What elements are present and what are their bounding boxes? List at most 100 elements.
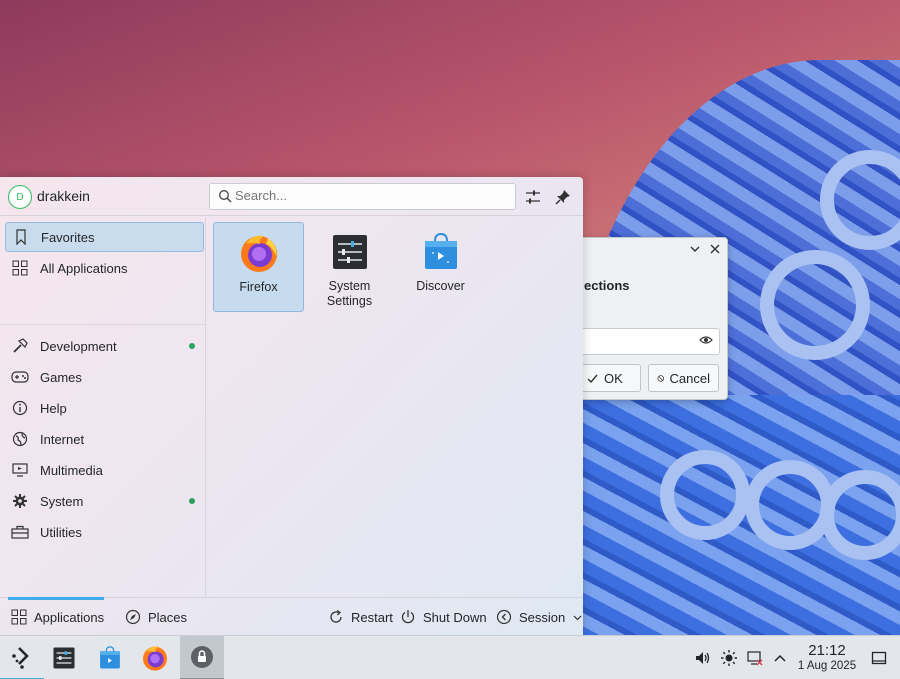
brightness-icon[interactable] xyxy=(719,648,739,668)
application-launcher: D drakkein Favorites All Applications De… xyxy=(0,177,583,635)
category-all-applications[interactable]: All Applications xyxy=(5,253,204,283)
session-label: Session xyxy=(519,609,566,625)
restart-label: Restart xyxy=(351,609,393,625)
pin-icon[interactable] xyxy=(553,187,573,207)
globe-icon xyxy=(11,430,29,448)
new-badge xyxy=(189,343,195,349)
gear-icon xyxy=(11,492,29,510)
category-label: Utilities xyxy=(40,524,82,540)
category-label: Games xyxy=(40,369,82,385)
tab-label: Applications xyxy=(34,609,105,625)
close-icon[interactable] xyxy=(708,242,722,259)
toolbox-icon xyxy=(11,523,29,541)
category-internet[interactable]: Internet xyxy=(5,424,204,454)
cancel-button[interactable]: Cancel xyxy=(648,364,719,392)
category-games[interactable]: Games xyxy=(5,362,204,392)
eye-icon[interactable] xyxy=(699,334,713,349)
wallpaper-spiral xyxy=(820,470,900,560)
app-system-settings[interactable]: System Settings xyxy=(304,222,395,312)
taskbar-firefox[interactable] xyxy=(133,636,177,679)
shutdown-button[interactable]: Shut Down xyxy=(400,598,487,636)
search-box[interactable] xyxy=(209,183,516,210)
discover-icon xyxy=(424,232,457,269)
settings-icon xyxy=(332,235,367,269)
dialog-title: ections xyxy=(584,278,630,293)
avatar-initial: D xyxy=(16,191,24,203)
category-label: Internet xyxy=(40,431,85,447)
configure-icon[interactable] xyxy=(523,187,543,207)
chevron-down-icon[interactable] xyxy=(688,242,702,259)
digital-clock[interactable]: 21:12 1 Aug 2025 xyxy=(795,642,859,673)
category-label: Favorites xyxy=(41,229,95,245)
tab-places[interactable]: Places xyxy=(125,598,187,636)
app-grid: Firefox System Settings Discover xyxy=(207,217,583,597)
clock-time: 21:12 xyxy=(808,642,846,659)
background-dialog: ections OK Cancel xyxy=(560,237,728,400)
launcher-button[interactable] xyxy=(0,636,44,679)
gamepad-icon xyxy=(11,368,29,386)
ok-label: OK xyxy=(604,370,623,386)
chevron-up-icon[interactable] xyxy=(770,648,790,668)
firefox-icon xyxy=(240,235,277,272)
cancel-icon xyxy=(657,374,665,382)
app-label: System Settings xyxy=(326,279,373,308)
app-label: Firefox xyxy=(239,280,278,294)
grid-icon xyxy=(11,259,29,277)
clock-date: 1 Aug 2025 xyxy=(797,660,857,672)
search-icon xyxy=(219,190,232,203)
tab-applications[interactable]: Applications xyxy=(7,597,105,636)
kde-launcher-icon xyxy=(12,647,29,669)
category-label: Multimedia xyxy=(40,462,103,478)
category-multimedia[interactable]: Multimedia xyxy=(5,455,204,485)
taskbar-password-dialog[interactable] xyxy=(180,636,224,679)
app-firefox[interactable]: Firefox xyxy=(213,222,304,312)
lock-icon xyxy=(191,646,213,668)
chevron-left-circle-icon xyxy=(496,609,512,625)
category-system[interactable]: System xyxy=(5,486,204,516)
category-label: All Applications xyxy=(40,260,128,276)
power-icon xyxy=(401,610,415,624)
restart-icon xyxy=(330,609,342,623)
category-label: Help xyxy=(40,400,67,416)
chevron-down-icon xyxy=(573,615,582,620)
category-development[interactable]: Development xyxy=(5,331,204,361)
monitor-icon xyxy=(11,461,29,479)
bookmark-icon xyxy=(12,228,30,246)
show-desktop-icon[interactable] xyxy=(869,648,889,668)
wallpaper-spiral xyxy=(660,450,750,540)
settings-icon xyxy=(53,647,75,669)
password-field[interactable] xyxy=(571,328,720,355)
tab-label: Places xyxy=(148,609,188,625)
wallpaper-spiral xyxy=(760,250,870,360)
search-input[interactable] xyxy=(235,188,505,203)
category-favorites[interactable]: Favorites xyxy=(5,222,204,252)
volume-icon[interactable] xyxy=(693,648,713,668)
app-discover[interactable]: Discover xyxy=(395,222,486,312)
taskbar: 21:12 1 Aug 2025 xyxy=(0,635,900,679)
app-label: Discover xyxy=(416,279,465,293)
session-button[interactable]: Session xyxy=(496,598,583,636)
taskbar-discover[interactable] xyxy=(88,636,132,679)
category-label: System xyxy=(40,493,84,509)
cancel-label: Cancel xyxy=(669,370,710,386)
hammer-icon xyxy=(11,337,29,355)
shutdown-label: Shut Down xyxy=(423,609,487,625)
compass-icon xyxy=(125,609,141,625)
username: drakkein xyxy=(37,188,90,204)
check-icon xyxy=(587,374,598,383)
launcher-header: D drakkein xyxy=(0,177,583,216)
network-disconnected-icon[interactable] xyxy=(745,648,765,668)
ok-button[interactable]: OK xyxy=(577,364,641,392)
avatar[interactable]: D xyxy=(8,185,32,209)
category-sidebar: Favorites All Applications Development G… xyxy=(0,217,206,597)
firefox-icon xyxy=(143,646,167,671)
grid-icon xyxy=(11,609,27,625)
divider xyxy=(0,324,206,325)
new-badge xyxy=(189,498,195,504)
restart-button[interactable]: Restart xyxy=(328,598,393,636)
taskbar-system-settings[interactable] xyxy=(42,636,86,679)
discover-icon xyxy=(100,646,120,669)
info-icon xyxy=(11,399,29,417)
category-help[interactable]: Help xyxy=(5,393,204,423)
category-utilities[interactable]: Utilities xyxy=(5,517,204,547)
